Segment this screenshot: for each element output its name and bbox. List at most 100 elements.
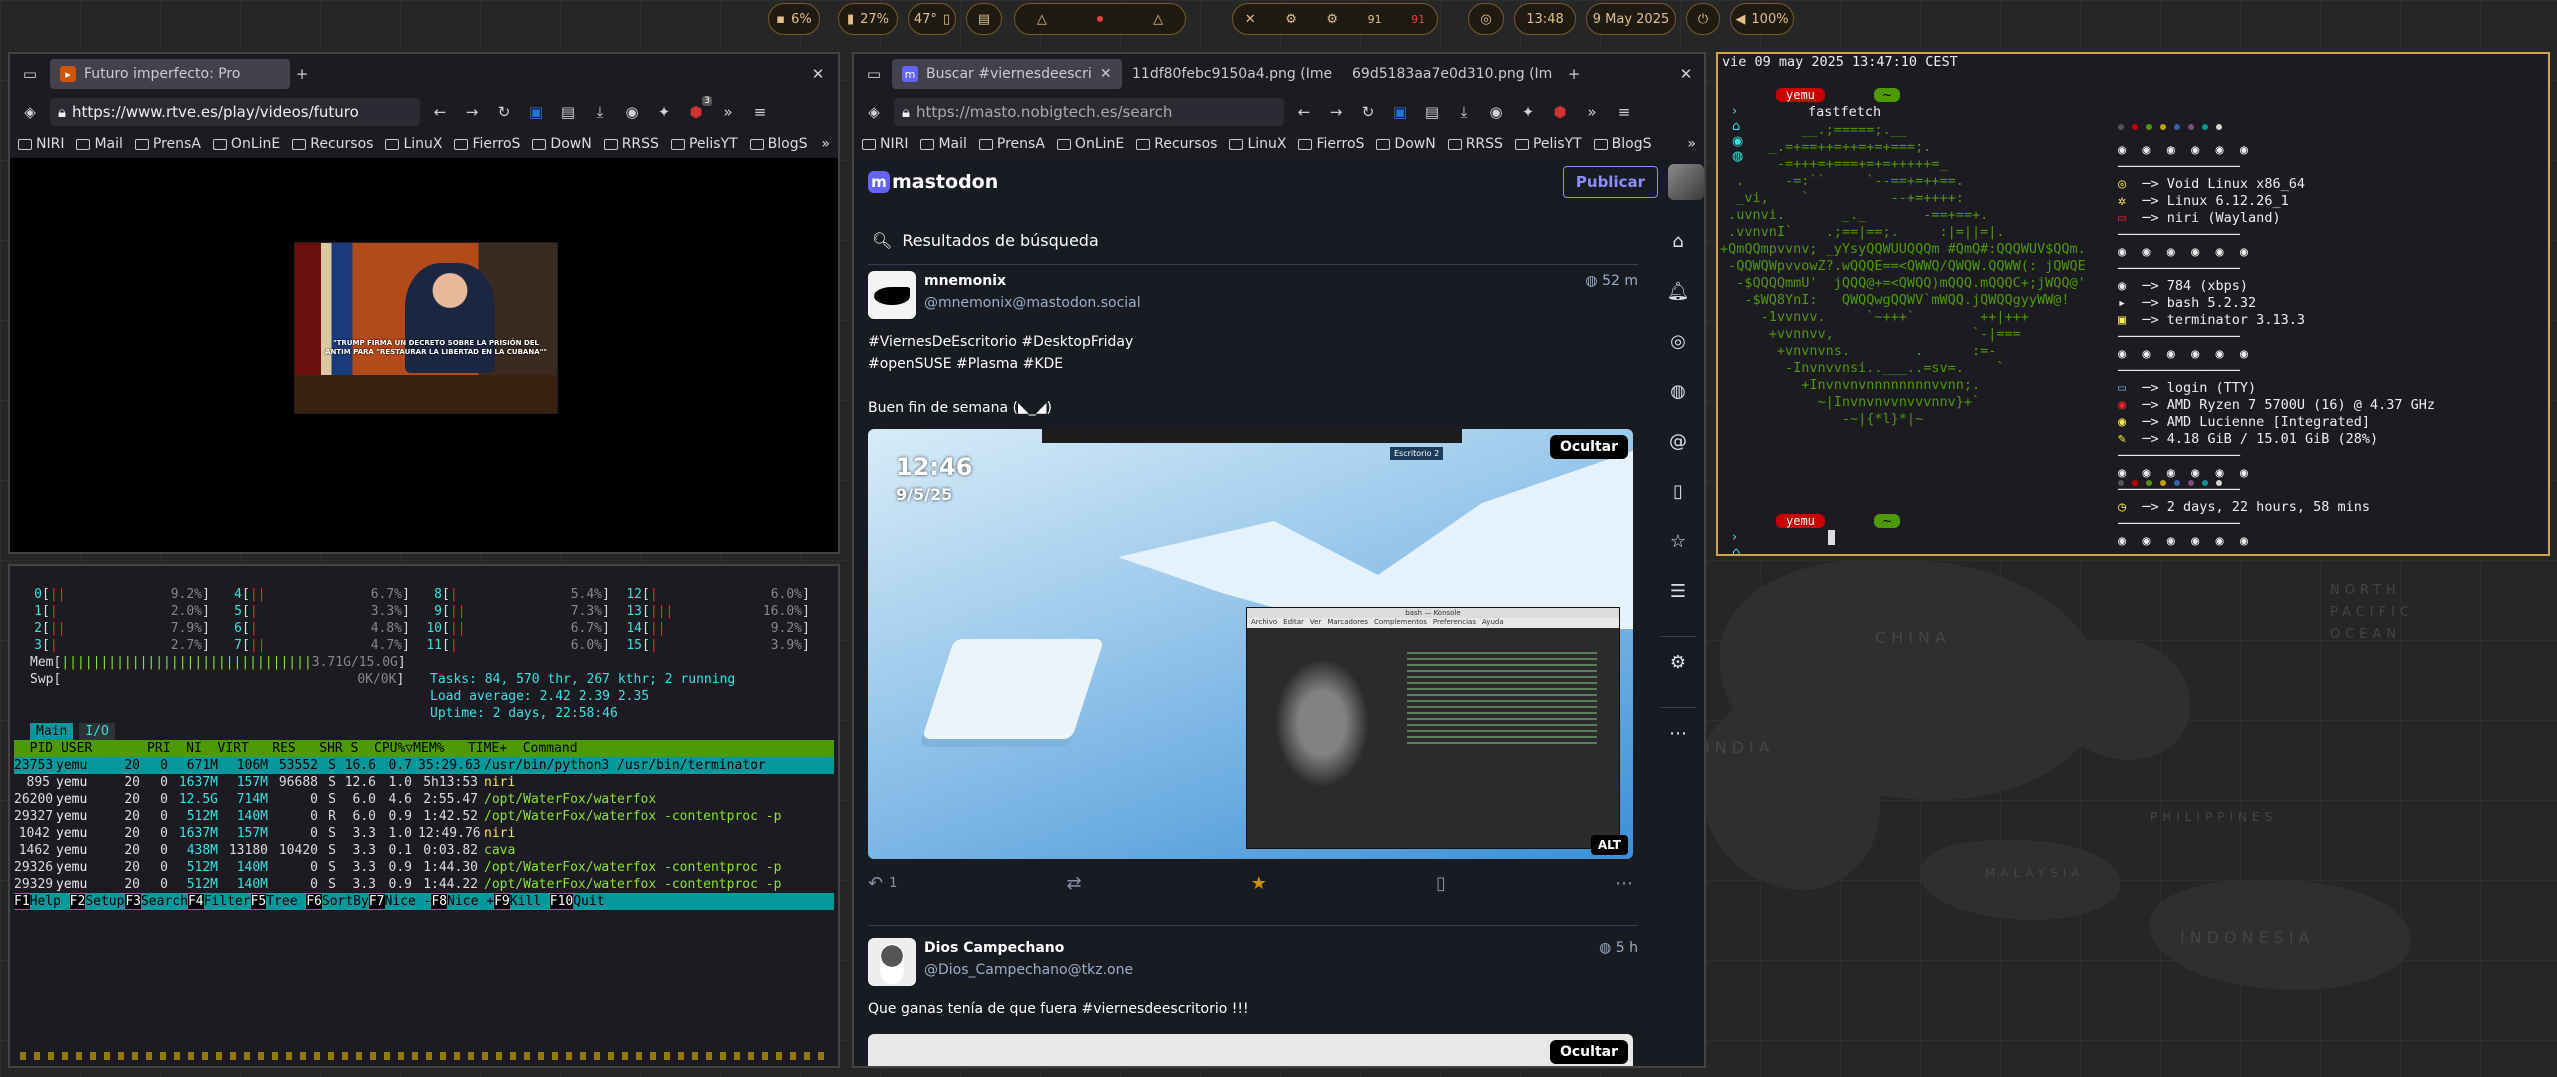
bookmark-icon[interactable]: ▯ <box>1436 873 1446 894</box>
fkey[interactable]: F8 <box>431 894 448 909</box>
clipboard-widget[interactable]: ▤ <box>966 3 1002 35</box>
back-icon[interactable]: ← <box>1292 100 1316 124</box>
shield-icon[interactable]: ◈ <box>18 100 42 124</box>
tab-video[interactable]: ▸ Futuro imperfecto: Pro <box>50 59 290 89</box>
bookmark-folder[interactable]: PelisYT <box>1514 136 1582 152</box>
fkey[interactable]: F10 <box>549 894 574 909</box>
fkey[interactable]: F5 <box>250 894 267 909</box>
tab-image-2[interactable]: 69d5183aa7e0d310.png (Ime <box>1342 59 1562 89</box>
cpu-widget[interactable]: ▪ 6% <box>768 3 820 35</box>
alt-text-button[interactable]: ALT <box>1590 835 1628 855</box>
process-row[interactable]: 26200 yemu 20 0 12.5G 714M 0 S 6.0 4.6 2:55.47/opt… <box>14 791 834 808</box>
display-name[interactable]: Dios Campechano <box>924 940 1064 956</box>
post-time[interactable]: ◍ 52 m <box>1585 273 1638 289</box>
media-attachment[interactable] <box>868 1034 1633 1066</box>
explore-icon[interactable]: ◎ <box>1660 316 1696 366</box>
bookmark-folder[interactable]: NIRI <box>862 136 908 152</box>
reload-icon[interactable]: ↻ <box>1356 100 1380 124</box>
account-icon[interactable]: ◉ <box>620 100 644 124</box>
bookmark-folder[interactable]: RRSS <box>603 136 659 152</box>
new-tab-icon[interactable]: + <box>1562 62 1586 86</box>
library-icon[interactable]: ▤ <box>556 100 580 124</box>
process-row[interactable]: 23753 yemu 20 0 671M 106M 53552 S 16.6 0.7 35:29.6… <box>14 757 834 774</box>
globe-icon[interactable]: ◍ <box>1660 366 1696 416</box>
close-window-icon[interactable]: ✕ <box>1674 62 1698 86</box>
reply-button[interactable]: ↶ 1 <box>868 873 897 894</box>
bookmark-folder[interactable]: OnLinE <box>212 136 280 152</box>
fkey[interactable]: F1 <box>14 894 30 909</box>
account-icon[interactable]: ◉ <box>1484 100 1508 124</box>
fastfetch-terminal[interactable]: vie 09 may 2025 13:47:10 CEST yemu ~ › ⌂… <box>1716 52 2550 556</box>
bookmark-folder[interactable]: Mail <box>920 136 967 152</box>
favourite-icon[interactable]: ★ <box>1251 873 1267 894</box>
reload-icon[interactable]: ↻ <box>492 100 516 124</box>
bookmark-folder[interactable]: FierroS <box>454 136 520 152</box>
tab-close-icon[interactable]: ✕ <box>1100 66 1112 82</box>
forward-icon[interactable]: → <box>1324 100 1348 124</box>
post-dios-campechano[interactable]: Dios Campechano @Dios_Campechano@tkz.one… <box>868 926 1638 1066</box>
shield-icon[interactable]: ◈ <box>862 100 886 124</box>
bookmark-folder[interactable]: OnLinE <box>1056 136 1124 152</box>
account-handle[interactable]: @Dios_Campechano@tkz.one <box>924 962 1133 978</box>
download-icon[interactable]: ⤓ <box>588 100 612 124</box>
bookmarks-icon[interactable]: ▯ <box>1660 466 1696 516</box>
bookmarks-overflow-icon[interactable]: » <box>1687 136 1696 152</box>
bookmark-folder[interactable]: LinuX <box>1229 136 1286 152</box>
close-window-icon[interactable]: ✕ <box>806 62 830 86</box>
home-icon[interactable]: ⌂ <box>1660 216 1696 266</box>
url-bar[interactable]: 🔒︎ https://www.rtve.es/play/videos/futur… <box>50 98 420 126</box>
post-time[interactable]: ◍ 5 h <box>1599 940 1638 956</box>
bookmark-folder[interactable]: Recursos <box>1136 136 1217 152</box>
boost-icon[interactable]: ⇄ <box>1066 873 1081 894</box>
favourites-icon[interactable]: ☆ <box>1660 516 1696 566</box>
avatar[interactable] <box>868 938 916 986</box>
preferences-icon[interactable]: ⚙ <box>1660 637 1696 687</box>
power-widget[interactable]: ⏻ <box>1686 3 1720 35</box>
extension-icon[interactable]: ▣ <box>1388 100 1412 124</box>
fkey[interactable]: F3 <box>125 894 141 909</box>
post-mnemonix[interactable]: mnemonix @mnemonix@mastodon.social ◍ 52 … <box>868 265 1638 926</box>
cursor[interactable] <box>1828 530 1835 545</box>
settings-widget[interactable]: ◎ <box>1468 3 1504 35</box>
fkey[interactable]: F7 <box>368 894 385 909</box>
fkey[interactable]: F6 <box>306 894 322 909</box>
process-row[interactable]: 29326 yemu 20 0 512M 140M 0 S 3.3 0.9 1:44.30/opt/… <box>14 859 834 876</box>
menu-icon[interactable]: ≡ <box>748 100 772 124</box>
overflow-icon[interactable]: » <box>1580 100 1604 124</box>
updates-widget[interactable]: △ ⏺ △ <box>1014 3 1186 35</box>
bookmark-folder[interactable]: RRSS <box>1447 136 1503 152</box>
bookmark-folder[interactable]: Recursos <box>292 136 373 152</box>
htop-tab-io[interactable]: I/O <box>79 723 115 740</box>
back-icon[interactable]: ← <box>428 100 452 124</box>
bookmark-folder[interactable]: NIRI <box>18 136 64 152</box>
publish-button[interactable]: Publicar <box>1562 166 1658 198</box>
process-row[interactable]: 1042 yemu 20 0 1637M 157M 0 S 3.3 1.0 12:49.76 niri <box>14 825 834 842</box>
bookmark-folder[interactable]: LinuX <box>385 136 442 152</box>
htop-tab-main[interactable]: Main <box>30 723 74 740</box>
clock-widget[interactable]: 13:48 <box>1514 3 1576 35</box>
apps-widget[interactable]: ✕ ⚙ ⚙ 91 91 <box>1232 3 1438 35</box>
temperature-widget[interactable]: 47° ▯ <box>908 3 956 35</box>
volume-widget[interactable]: ◀ 100% <box>1730 3 1794 35</box>
memory-widget[interactable]: ▮ 27% <box>838 3 898 35</box>
process-row[interactable]: 1462 yemu 20 0 438M 13180 10420 S 3.3 0.1 0:03.82 c… <box>14 842 834 859</box>
menu-icon[interactable]: ≡ <box>1612 100 1636 124</box>
media-attachment[interactable]: Escritorio 2 12:46 9/5/25 bash — Konsole… <box>868 429 1633 859</box>
bookmark-folder[interactable]: PrensA <box>978 136 1045 152</box>
mastodon-logo-text[interactable]: mastodon <box>892 171 998 193</box>
mastodon-logo-icon[interactable]: m <box>868 171 890 193</box>
lists-icon[interactable]: ☰ <box>1660 566 1696 616</box>
ublock-icon[interactable]: ⬢ <box>1548 100 1572 124</box>
download-icon[interactable]: ⤓ <box>1452 100 1476 124</box>
htop-terminal[interactable]: 0[|| 9.2%] 1[| 2.0%] 2[|| 7.9%] 3[| 2.7%] 4[|| 6.… <box>8 564 840 1068</box>
hide-media-button[interactable]: Ocultar <box>1549 435 1628 459</box>
bookmark-folder[interactable]: DowN <box>1376 136 1436 152</box>
video-player[interactable]: "TRUMP FIRMA UN DECRETO SOBRE LA PRISIÓN… <box>10 158 838 552</box>
account-handle[interactable]: @mnemonix@mastodon.social <box>924 295 1141 311</box>
process-row[interactable]: 895 yemu 20 0 1637M 157M 96688 S 12.6 1.0 5h13:53 n… <box>14 774 834 791</box>
more-icon[interactable]: ⋯ <box>1660 708 1696 758</box>
tab-search[interactable]: m Buscar #viernesdeescri ✕ <box>892 59 1122 89</box>
extension-icon[interactable]: ▣ <box>524 100 548 124</box>
process-row[interactable]: 29327 yemu 20 0 512M 140M 0 R 6.0 0.9 1:42.52/opt/… <box>14 808 834 825</box>
mentions-icon[interactable]: @ <box>1660 416 1696 466</box>
